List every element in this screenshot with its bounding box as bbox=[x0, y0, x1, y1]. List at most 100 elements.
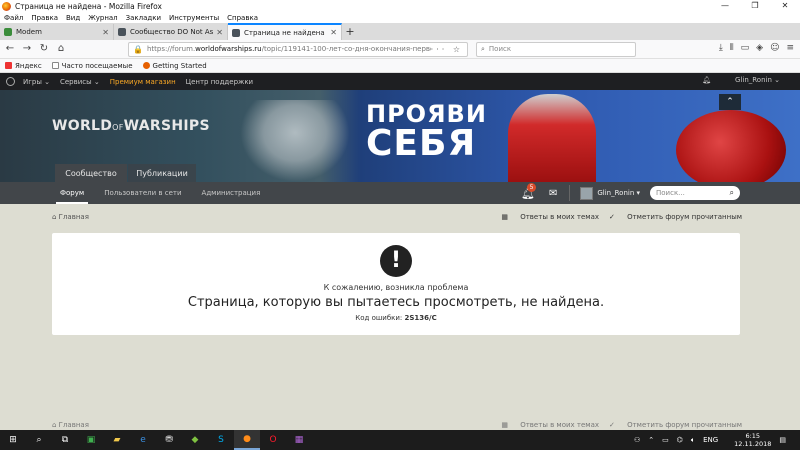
menu-tools[interactable]: Инструменты bbox=[169, 14, 219, 22]
error-subtitle: К сожалению, возникла проблема bbox=[323, 283, 469, 292]
app-green-icon[interactable]: ▣ bbox=[78, 430, 104, 450]
store-icon[interactable]: ⛃ bbox=[156, 430, 182, 450]
download-icon[interactable]: ⤓ bbox=[719, 43, 723, 53]
firefox-icon bbox=[142, 62, 150, 69]
browser-search-input[interactable]: ⌕ Поиск bbox=[476, 41, 636, 57]
nav-forum[interactable]: Форум bbox=[55, 182, 89, 204]
chevron-up-icon[interactable]: ⌃ bbox=[648, 436, 654, 444]
error-panel: ! К сожалению, возникла проблема Страниц… bbox=[52, 233, 740, 335]
tab-strip: Modem ✕ Сообщество DO Not Ask for T ✕ Ст… bbox=[0, 23, 800, 40]
home-icon[interactable]: ⌂ bbox=[54, 42, 68, 56]
mark-forum-read-link[interactable]: ✓ Отметить форум прочитанным bbox=[609, 213, 742, 221]
page-actions-icon[interactable]: ··· ☆ bbox=[431, 45, 463, 54]
search-icon[interactable]: ⌕ bbox=[730, 188, 734, 198]
maximize-button[interactable]: ❐ bbox=[740, 0, 770, 12]
close-tab-icon[interactable]: ✕ bbox=[330, 28, 337, 37]
extension-icon[interactable]: ◈ bbox=[756, 43, 763, 53]
volume-icon[interactable]: 🔈︎ bbox=[691, 436, 695, 445]
envelope-icon[interactable]: ✉ bbox=[549, 188, 557, 199]
tab-label: Страница не найдена bbox=[244, 28, 325, 37]
battery-icon[interactable]: ▭ bbox=[662, 436, 669, 444]
bookmark-label: Getting Started bbox=[152, 61, 207, 70]
language-indicator[interactable]: ENG bbox=[703, 436, 718, 444]
menu-edit[interactable]: Правка bbox=[31, 14, 58, 22]
notifications-bell-icon[interactable]: 🔔︎ 5 bbox=[521, 182, 536, 200]
wows-favicon bbox=[232, 28, 240, 37]
edge-icon[interactable]: e bbox=[130, 430, 156, 450]
bookmark-label: Часто посещаемые bbox=[61, 61, 133, 70]
tab-modem[interactable]: Modem ✕ bbox=[0, 24, 114, 40]
menu-help[interactable]: Справка bbox=[227, 14, 258, 22]
back-icon[interactable]: ← bbox=[3, 42, 17, 56]
addon-icon[interactable]: ☺ bbox=[770, 43, 779, 53]
firefox-taskbar-icon[interactable]: ● bbox=[234, 430, 260, 450]
modem-favicon bbox=[4, 28, 12, 36]
menu-bookmarks[interactable]: Закладки bbox=[126, 14, 161, 22]
clock[interactable]: 6:15 12.11.2018 bbox=[726, 432, 771, 448]
bookmarks-bar: Яндекс Часто посещаемые Getting Started bbox=[0, 59, 800, 73]
network-icon[interactable]: ⌬ bbox=[677, 436, 683, 444]
home-icon: ⌂ bbox=[52, 212, 59, 221]
forum-search-input[interactable]: Поиск... ⌕ bbox=[650, 186, 740, 200]
user-menu[interactable]: Glin_Ronin ▾ bbox=[580, 186, 640, 200]
tab-community[interactable]: Сообщество DO Not Ask for T ✕ bbox=[114, 24, 228, 40]
menu-icon[interactable]: ≡ bbox=[786, 43, 794, 53]
breadcrumb: ⌂ Главная ▦ Ответы в моих темах ✓ Отмети… bbox=[52, 211, 742, 222]
services-menu[interactable]: Сервисы ⌄ bbox=[60, 78, 100, 86]
notifications-icon[interactable]: ▤ bbox=[779, 436, 786, 444]
new-tab-button[interactable]: + bbox=[342, 24, 358, 40]
bell-icon[interactable]: 🔔︎ bbox=[702, 76, 711, 84]
bookmark-most-visited[interactable]: Часто посещаемые bbox=[51, 61, 133, 70]
skype-icon[interactable]: S bbox=[208, 430, 234, 450]
support-center-link[interactable]: Центр поддержки bbox=[186, 78, 253, 86]
bookmark-yandex[interactable]: Яндекс bbox=[5, 62, 42, 70]
warship-image bbox=[240, 100, 350, 182]
task-view-icon[interactable]: ⧉ bbox=[52, 430, 78, 450]
world-of-warships-logo[interactable]: WORLDOFWARSHIPS bbox=[52, 118, 210, 134]
app-icon[interactable]: ◆ bbox=[182, 430, 208, 450]
nav-online-users[interactable]: Пользователи в сети bbox=[104, 182, 181, 204]
bookmark-getting-started[interactable]: Getting Started bbox=[142, 61, 207, 70]
menu-history[interactable]: Журнал bbox=[88, 14, 117, 22]
account-menu[interactable]: Glin_Ronin ⌄ bbox=[735, 76, 780, 84]
search-placeholder: Поиск bbox=[488, 45, 512, 53]
wargaming-logo-icon[interactable] bbox=[6, 77, 15, 86]
folder-icon bbox=[51, 62, 59, 69]
games-menu[interactable]: Игры ⌄ bbox=[23, 78, 50, 86]
window-title-bar: Страница не найдена - Mozilla Firefox — … bbox=[0, 0, 800, 12]
file-explorer-icon[interactable]: ▰ bbox=[104, 430, 130, 450]
close-tab-icon[interactable]: ✕ bbox=[216, 28, 223, 37]
tab-label: Modem bbox=[16, 28, 42, 36]
people-icon[interactable]: ⚇ bbox=[634, 436, 640, 444]
url-bar[interactable]: 🔒 https://forum. worldofwarships.ru /top… bbox=[128, 41, 468, 57]
premium-shop-link[interactable]: Премиум магазин bbox=[110, 78, 176, 86]
tab-publications[interactable]: Публикации bbox=[128, 164, 196, 182]
close-tab-icon[interactable]: ✕ bbox=[102, 28, 109, 37]
forward-icon[interactable]: → bbox=[20, 42, 34, 56]
url-host: worldofwarships.ru bbox=[195, 45, 262, 53]
winrar-icon[interactable]: ▦ bbox=[286, 430, 312, 450]
windows-start-icon[interactable]: ⊞ bbox=[0, 430, 26, 450]
tab-page-not-found[interactable]: Страница не найдена ✕ bbox=[228, 23, 342, 40]
sidebar-icon[interactable]: ▭ bbox=[741, 43, 750, 53]
firefox-icon bbox=[2, 1, 11, 11]
replies-in-my-topics-link[interactable]: ▦ Ответы в моих темах bbox=[501, 213, 599, 221]
minimize-button[interactable]: — bbox=[710, 0, 740, 12]
search-icon[interactable]: ⌕ bbox=[26, 430, 52, 450]
url-scheme: https://forum. bbox=[146, 45, 196, 53]
system-tray: ⚇ ⌃ ▭ ⌬ 🔈︎ ENG 6:15 12.11.2018 ▤ bbox=[626, 430, 786, 450]
window-controls: — ❐ ✕ bbox=[710, 0, 800, 12]
reload-icon[interactable]: ↻ bbox=[37, 42, 51, 56]
library-icon[interactable]: ⫴ bbox=[730, 43, 734, 53]
menu-view[interactable]: Вид bbox=[66, 14, 80, 22]
tab-community[interactable]: Сообщество bbox=[55, 164, 127, 182]
opera-icon[interactable]: O bbox=[260, 430, 286, 450]
chevron-up-icon[interactable]: ⌃ bbox=[719, 94, 741, 110]
close-window-button[interactable]: ✕ bbox=[770, 0, 800, 12]
nav-administration[interactable]: Администрация bbox=[202, 182, 261, 204]
menu-bar: Файл Правка Вид Журнал Закладки Инструме… bbox=[0, 12, 800, 23]
menu-file[interactable]: Файл bbox=[4, 14, 23, 22]
error-message: Страница, которую вы пытаетесь просмотре… bbox=[187, 295, 605, 310]
breadcrumb-home[interactable]: ⌂ Главная bbox=[52, 213, 89, 221]
exclamation-icon: ! bbox=[380, 245, 412, 277]
